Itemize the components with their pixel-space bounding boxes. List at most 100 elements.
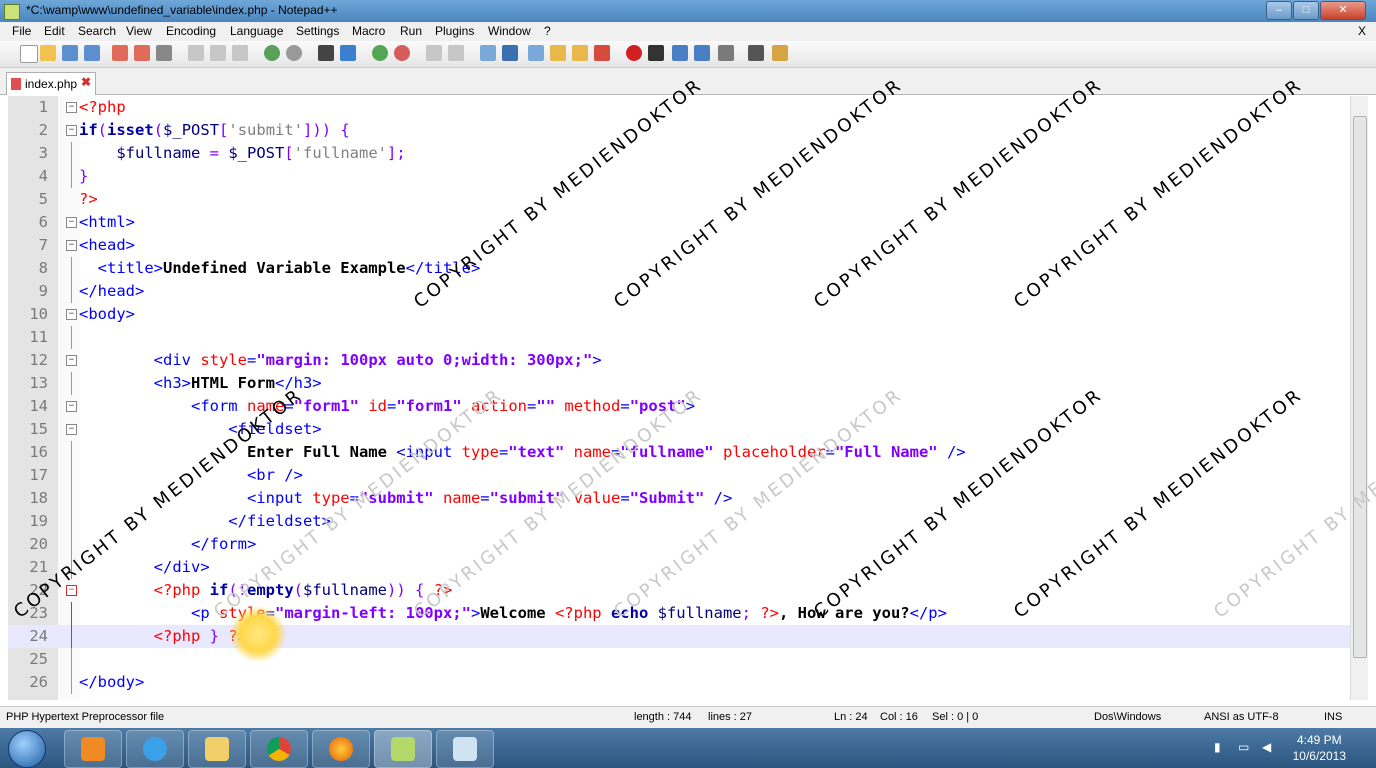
zoom-out-icon[interactable]	[394, 45, 410, 61]
code-line: 10− <body>	[8, 303, 1350, 326]
fold-toggle-icon[interactable]: −	[66, 585, 77, 596]
network-icon[interactable]: ▮	[1214, 740, 1228, 754]
status-line-number: Ln : 24	[834, 711, 868, 723]
user-language-icon[interactable]	[550, 45, 566, 61]
maximize-button[interactable]: □	[1293, 1, 1319, 20]
tab-close-icon[interactable]: ✖	[81, 75, 91, 89]
redo-icon[interactable]	[286, 45, 302, 61]
code-line: 9 </head>	[8, 280, 1350, 303]
code-line: 7− <head>	[8, 234, 1350, 257]
menu-macro[interactable]: Macro	[352, 24, 385, 38]
menu-settings[interactable]: Settings	[296, 24, 339, 38]
menu-view[interactable]: View	[126, 24, 152, 38]
code-line: 13 <h3>HTML Form</h3>	[8, 372, 1350, 395]
undo-icon[interactable]	[264, 45, 280, 61]
replace-icon[interactable]	[340, 45, 356, 61]
taskbar-chrome[interactable]	[250, 730, 308, 768]
fold-toggle-icon[interactable]: −	[66, 424, 77, 435]
window-titlebar: *C:\wamp\www\undefined_variable\index.ph…	[0, 0, 1376, 22]
line-number: 25	[29, 650, 48, 668]
display-icon[interactable]: ▭	[1238, 740, 1252, 754]
menu-edit[interactable]: Edit	[44, 24, 65, 38]
fold-toggle-icon[interactable]: −	[66, 355, 77, 366]
print-icon[interactable]	[156, 45, 172, 61]
menu-help[interactable]: ?	[544, 24, 551, 38]
minimize-button[interactable]: –	[1266, 1, 1292, 20]
fold-line	[71, 602, 72, 625]
menu-file[interactable]: File	[12, 24, 31, 38]
fold-toggle-icon[interactable]: −	[66, 217, 77, 228]
close-document-x[interactable]: X	[1358, 24, 1366, 38]
close-file-icon[interactable]	[112, 45, 128, 61]
play-macro-icon[interactable]	[672, 45, 688, 61]
fold-toggle-icon[interactable]: −	[66, 125, 77, 136]
volume-icon[interactable]: ◀	[1262, 740, 1276, 754]
fold-line	[71, 671, 72, 694]
word-wrap-icon[interactable]	[480, 45, 496, 61]
line-number: 5	[38, 190, 48, 208]
app-icon	[453, 737, 477, 761]
fold-line	[71, 326, 72, 349]
line-number: 24	[29, 627, 48, 645]
toolbar	[0, 41, 1376, 68]
close-all-icon[interactable]	[134, 45, 150, 61]
line-number: 9	[38, 282, 48, 300]
fold-line	[71, 648, 72, 671]
tab-index-php[interactable]: index.php ✖	[6, 72, 96, 95]
notepadpp-icon	[391, 737, 415, 761]
function-list-icon[interactable]	[594, 45, 610, 61]
ds-plugin-icon[interactable]	[748, 45, 764, 61]
line-number: 8	[38, 259, 48, 277]
menu-plugins[interactable]: Plugins	[435, 24, 474, 38]
taskbar-app[interactable]	[436, 730, 494, 768]
indent-guide-icon[interactable]	[528, 45, 544, 61]
find-icon[interactable]	[318, 45, 334, 61]
show-all-chars-icon[interactable]	[502, 45, 518, 61]
window-title: *C:\wamp\www\undefined_variable\index.ph…	[26, 3, 338, 17]
fold-toggle-icon[interactable]: −	[66, 309, 77, 320]
new-file-icon[interactable]	[20, 45, 38, 63]
open-file-icon[interactable]	[40, 45, 56, 61]
stop-macro-icon[interactable]	[648, 45, 664, 61]
taskbar-media-player[interactable]	[64, 730, 122, 768]
sync-horizontal-icon[interactable]	[448, 45, 464, 61]
system-clock[interactable]: 4:49 PM 10/6/2013	[1293, 732, 1346, 764]
taskbar-firefox[interactable]	[312, 730, 370, 768]
paste-icon[interactable]	[232, 45, 248, 61]
menu-window[interactable]: Window	[488, 24, 531, 38]
save-icon[interactable]	[62, 45, 78, 61]
taskbar-notepadpp[interactable]	[374, 730, 432, 768]
zoom-in-icon[interactable]	[372, 45, 388, 61]
taskbar-explorer[interactable]	[188, 730, 246, 768]
line-number: 19	[29, 512, 48, 530]
doc-map-icon[interactable]	[572, 45, 588, 61]
status-column: Col : 16	[880, 711, 918, 723]
fold-line	[71, 257, 72, 280]
vertical-scrollbar[interactable]	[1350, 96, 1368, 700]
menu-run[interactable]: Run	[400, 24, 422, 38]
menu-encoding[interactable]: Encoding	[166, 24, 216, 38]
copy-icon[interactable]	[210, 45, 226, 61]
code-line: 16 Enter Full Name <input type="text" na…	[8, 441, 1350, 464]
cut-icon[interactable]	[188, 45, 204, 61]
code-line: 2− if(isset($_POST['submit'])) {	[8, 119, 1350, 142]
close-button[interactable]: ✕	[1320, 1, 1366, 20]
scrollbar-thumb[interactable]	[1353, 116, 1367, 658]
line-number: 14	[29, 397, 48, 415]
record-macro-icon[interactable]	[626, 45, 642, 61]
code-line: 12− <div style="margin: 100px auto 0;wid…	[8, 349, 1350, 372]
plugin-icon[interactable]	[772, 45, 788, 61]
fold-toggle-icon[interactable]: −	[66, 401, 77, 412]
sync-vertical-icon[interactable]	[426, 45, 442, 61]
save-all-icon[interactable]	[84, 45, 100, 61]
menu-language[interactable]: Language	[230, 24, 283, 38]
menu-search[interactable]: Search	[78, 24, 116, 38]
fold-toggle-icon[interactable]: −	[66, 102, 77, 113]
taskbar-internet-explorer[interactable]	[126, 730, 184, 768]
save-macro-icon[interactable]	[718, 45, 734, 61]
line-number: 6	[38, 213, 48, 231]
fold-toggle-icon[interactable]: −	[66, 240, 77, 251]
run-macro-multiple-icon[interactable]	[694, 45, 710, 61]
start-button[interactable]	[8, 730, 46, 768]
code-editor[interactable]: 1− <?php 2− if(isset($_POST['submit'])) { …	[8, 96, 1350, 700]
